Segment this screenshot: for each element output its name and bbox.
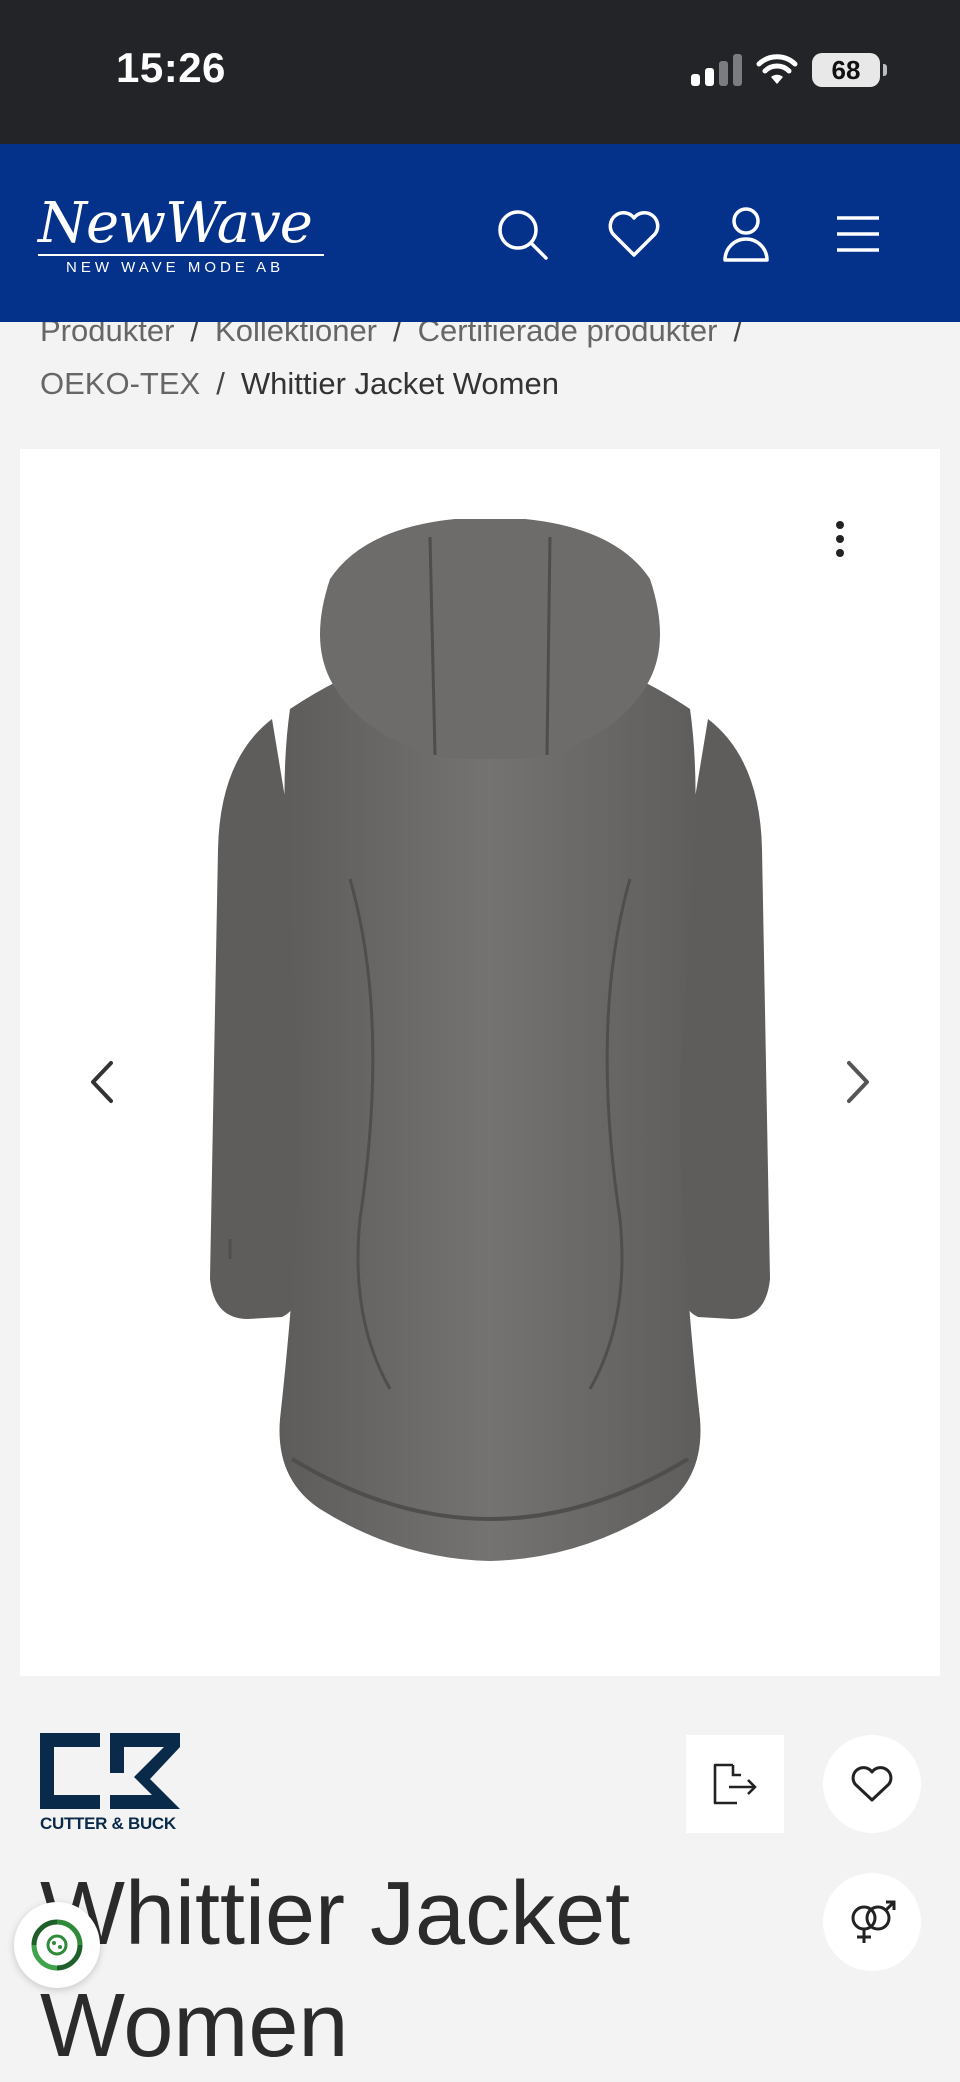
gender-button[interactable]: [823, 1873, 921, 1971]
chevron-left-icon[interactable]: [72, 1037, 132, 1127]
breadcrumb-current: Whittier Jacket Women: [240, 366, 559, 401]
product-title: Whittier Jacket Women: [40, 1864, 631, 2076]
heart-icon[interactable]: [602, 202, 666, 266]
user-icon[interactable]: [714, 202, 778, 266]
more-options-icon[interactable]: [820, 509, 860, 569]
search-icon[interactable]: [490, 202, 554, 266]
status-icons: 68: [691, 50, 887, 90]
cookie-consent-button[interactable]: [14, 1902, 100, 1988]
product-image: [210, 519, 770, 1561]
status-time: 15:26: [116, 44, 226, 91]
breadcrumb-item[interactable]: OEKO-TEX: [40, 366, 200, 401]
favorite-button[interactable]: [823, 1735, 921, 1833]
signal-icon: [691, 54, 742, 86]
share-button[interactable]: [686, 1735, 784, 1833]
brand-logo[interactable]: CUTTER & BUCK: [40, 1733, 200, 1833]
product-gallery: [20, 449, 940, 1676]
status-bar: 15:26 68: [0, 0, 960, 144]
logo-subtitle: NEW WAVE MODE AB: [38, 254, 324, 276]
battery-indicator: 68: [812, 53, 887, 87]
header-content-overlay: NewWave NEW WAVE MODE AB: [0, 144, 960, 322]
site-logo-overlay[interactable]: NewWave NEW WAVE MODE AB: [38, 196, 324, 276]
brand-name: CUTTER & BUCK: [40, 1814, 176, 1833]
cookie-icon: [31, 1919, 83, 1971]
gender-icon: [851, 1900, 896, 1943]
chevron-right-icon[interactable]: [828, 1037, 888, 1127]
wifi-icon: [756, 54, 798, 84]
export-icon: [713, 1763, 757, 1805]
menu-icon[interactable]: [826, 202, 890, 266]
heart-icon: [851, 1766, 893, 1802]
logo-script: NewWave: [38, 191, 313, 256]
brand-logo-mark: [40, 1733, 180, 1809]
